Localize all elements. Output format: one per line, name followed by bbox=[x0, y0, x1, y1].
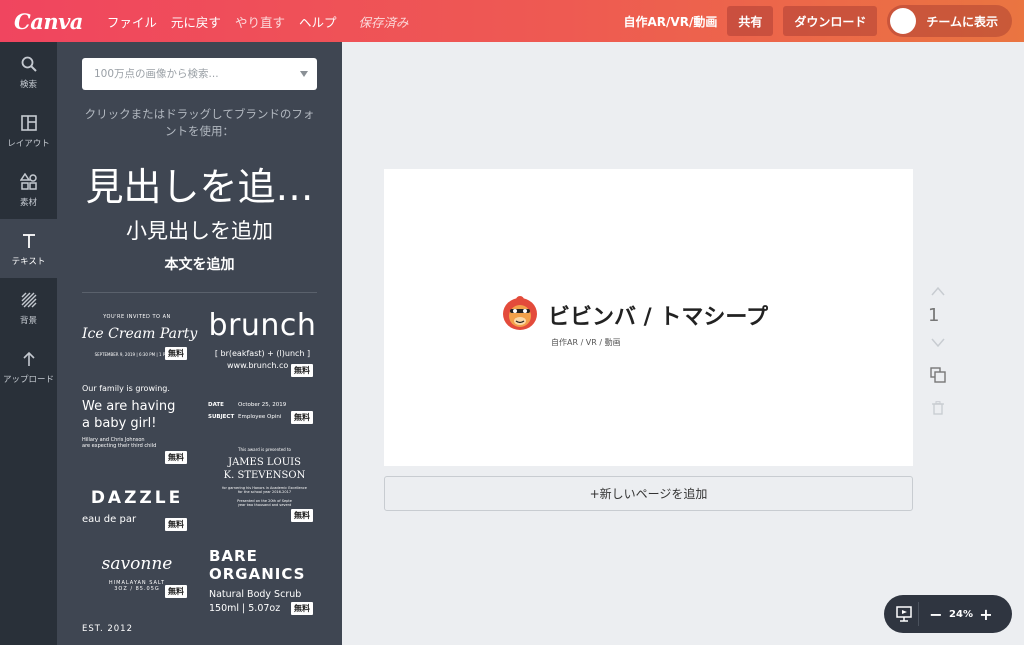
project-title[interactable]: 自作AR/VR/動画 bbox=[624, 13, 718, 30]
free-badge: 無料 bbox=[291, 364, 313, 377]
brand-subtitle: 自作AR / VR / 動画 bbox=[551, 338, 621, 347]
top-bar: Canva ファイル 元に戻す やり直す ヘルプ 保存済み 自作AR/VR/動画… bbox=[0, 0, 1024, 42]
add-page-button[interactable]: +新しいページを追加 bbox=[384, 476, 913, 511]
monkey-logo-icon bbox=[500, 293, 540, 337]
text-panel: クリックまたはドラッグしてブランドのフォントを使用： 見出しを追… 小見出しを追… bbox=[57, 42, 342, 645]
duplicate-page-icon[interactable] bbox=[930, 367, 946, 383]
zoom-out-button[interactable]: − bbox=[925, 605, 947, 624]
share-button[interactable]: 共有 bbox=[727, 6, 774, 36]
rail-label: 背景 bbox=[19, 316, 37, 326]
search-icon bbox=[20, 53, 38, 75]
text-icon bbox=[21, 230, 37, 252]
rail-label: アップロード bbox=[2, 375, 54, 385]
rail-item-background[interactable]: 背景 bbox=[0, 278, 57, 337]
template-est[interactable]: EST. 2012 bbox=[82, 624, 133, 634]
free-badge: 無料 bbox=[165, 585, 187, 598]
add-heading[interactable]: 見出しを追… bbox=[57, 156, 342, 211]
rail-label: テキスト bbox=[11, 257, 46, 267]
main-menu: ファイル 元に戻す やり直す ヘルプ 保存済み bbox=[107, 12, 423, 31]
zoom-control: − 24% + bbox=[884, 595, 1012, 633]
upload-icon bbox=[21, 348, 37, 370]
rail-item-elements[interactable]: 素材 bbox=[0, 160, 57, 219]
rail-item-upload[interactable]: アップロード bbox=[0, 337, 57, 396]
brand-font-hint: クリックまたはドラッグしてブランドのフォントを使用： bbox=[84, 107, 315, 138]
canva-logo[interactable]: Canva bbox=[14, 9, 83, 34]
search-box[interactable] bbox=[82, 58, 317, 90]
delete-page-icon[interactable] bbox=[932, 401, 944, 415]
rail-label: 素材 bbox=[19, 198, 37, 208]
zoom-level[interactable]: 24% bbox=[947, 609, 975, 620]
free-badge: 無料 bbox=[165, 518, 187, 531]
rail-item-layout[interactable]: レイアウト bbox=[0, 101, 57, 160]
page-number: 1 bbox=[928, 305, 940, 326]
rail-item-text[interactable]: テキスト bbox=[0, 219, 57, 278]
zoom-in-button[interactable]: + bbox=[975, 605, 997, 624]
saved-status: 保存済み bbox=[358, 14, 409, 30]
elements-icon bbox=[19, 171, 38, 193]
search-input[interactable] bbox=[94, 68, 294, 80]
side-rail: 検索 レイアウト 素材 テキスト 背景 アップロード bbox=[0, 42, 57, 645]
add-body-text[interactable]: 本文を追加 bbox=[57, 254, 342, 274]
avatar bbox=[890, 8, 917, 34]
rail-label: レイアウト bbox=[7, 139, 50, 149]
rail-item-search[interactable]: 検索 bbox=[0, 42, 57, 101]
dropdown-arrow-icon[interactable] bbox=[300, 71, 308, 77]
template-award[interactable]: This award is presented to JAMES LOUIS K… bbox=[207, 447, 322, 507]
download-button[interactable]: ダウンロード bbox=[783, 6, 878, 36]
brand-name: ビビンバ / トマシープ bbox=[548, 305, 769, 330]
move-up-icon[interactable] bbox=[931, 286, 945, 296]
template-baby-girl[interactable]: Our family is growing. We are having a b… bbox=[82, 384, 197, 449]
template-brunch[interactable]: brunch [ br(eakfast) + (l)unch ] www.bru… bbox=[205, 308, 320, 370]
menu-file[interactable]: ファイル bbox=[107, 12, 157, 31]
free-badge: 無料 bbox=[291, 509, 313, 522]
brand-logo-group[interactable]: ビビンバ / トマシープ bbox=[500, 293, 768, 337]
free-badge: 無料 bbox=[165, 451, 187, 464]
present-icon[interactable] bbox=[896, 606, 912, 622]
team-view-label: チームに表示 bbox=[926, 14, 998, 29]
divider bbox=[82, 292, 317, 293]
menu-help[interactable]: ヘルプ bbox=[299, 12, 337, 31]
team-view-button[interactable]: チームに表示 bbox=[887, 5, 1012, 37]
add-subheading[interactable]: 小見出しを追加 bbox=[57, 215, 342, 245]
rail-label: 検索 bbox=[19, 80, 37, 90]
move-down-icon[interactable] bbox=[931, 338, 945, 348]
menu-redo[interactable]: やり直す bbox=[235, 12, 285, 31]
design-page[interactable]: ビビンバ / トマシープ 自作AR / VR / 動画 bbox=[384, 169, 913, 466]
free-badge: 無料 bbox=[165, 347, 187, 360]
free-badge: 無料 bbox=[291, 411, 313, 424]
layout-icon bbox=[20, 112, 37, 134]
menu-undo[interactable]: 元に戻す bbox=[171, 12, 221, 31]
background-icon bbox=[21, 289, 37, 311]
zoom-separator bbox=[918, 602, 919, 626]
free-badge: 無料 bbox=[291, 602, 313, 615]
